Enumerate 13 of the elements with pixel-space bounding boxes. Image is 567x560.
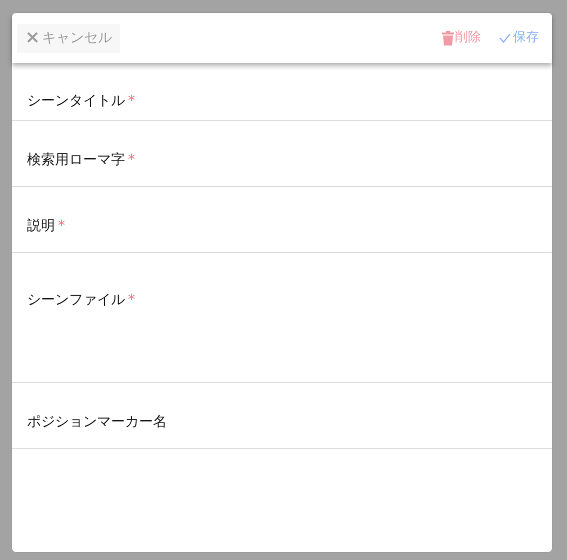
check-icon xyxy=(499,33,511,43)
form-field[interactable]: シーンタイトル * xyxy=(12,63,552,121)
form-field[interactable]: ポジションマーカー名 xyxy=(12,383,552,449)
field-label: シーンファイル * xyxy=(27,292,135,308)
form-field[interactable]: 検索用ローマ字 * xyxy=(12,121,552,187)
field-label: ポジションマーカー名 xyxy=(27,414,167,430)
field-label: 検索用ローマ字 * xyxy=(27,152,135,168)
close-icon: × xyxy=(25,29,40,47)
field-label: シーンタイトル * xyxy=(27,93,135,109)
trash-icon xyxy=(442,30,454,46)
form-field[interactable]: 説明 * xyxy=(12,187,552,253)
form-field[interactable]: シーンファイル * xyxy=(12,253,552,383)
field-label: 説明 * xyxy=(27,218,65,234)
